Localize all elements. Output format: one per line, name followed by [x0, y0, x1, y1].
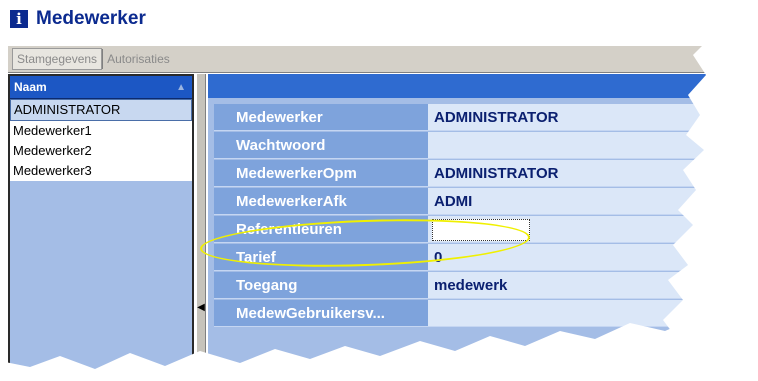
- field-label: MedewerkerOpm: [214, 160, 428, 187]
- window-title: Medewerker: [36, 8, 146, 29]
- field-label: Medewerker: [214, 104, 428, 131]
- field-label: Toegang: [214, 272, 428, 299]
- list-item[interactable]: ADMINISTRATOR: [10, 99, 192, 121]
- list-header-label: Naam: [14, 80, 47, 94]
- window-title-bar: i Medewerker: [10, 6, 650, 32]
- list-item[interactable]: Medewerker1: [10, 121, 192, 141]
- tab-autorisaties[interactable]: Autorisaties: [102, 49, 174, 69]
- list-item[interactable]: Medewerker3: [10, 161, 192, 181]
- list-item[interactable]: Medewerker2: [10, 141, 192, 161]
- list-header-naam[interactable]: Naam ▲: [10, 76, 192, 99]
- field-label: MedewerkerAfk: [214, 188, 428, 215]
- torn-edge-bottom: [0, 311, 758, 381]
- info-icon: i: [10, 10, 28, 28]
- field-label: Wachtwoord: [214, 132, 428, 159]
- employee-list: ADMINISTRATOR Medewerker1 Medewerker2 Me…: [10, 99, 192, 181]
- sort-triangle-icon: ▲: [176, 81, 186, 93]
- tab-stamgegevens[interactable]: Stamgegevens: [12, 48, 103, 70]
